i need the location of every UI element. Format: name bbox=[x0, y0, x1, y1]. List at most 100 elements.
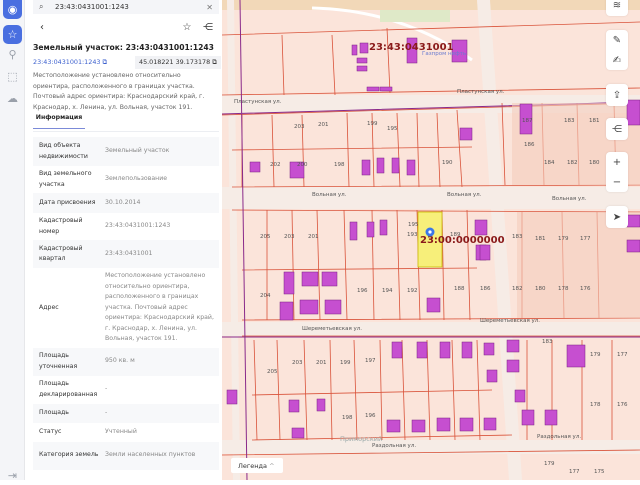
edit-icon[interactable]: ✍ bbox=[613, 55, 621, 66]
street-label: Раздольная ул. bbox=[537, 434, 581, 440]
copy-icon[interactable]: ⧉ bbox=[103, 58, 108, 66]
legend-button[interactable]: Легенда ^ bbox=[231, 458, 283, 473]
search-icon: ⌕ bbox=[39, 2, 44, 11]
tab-info[interactable]: Информация bbox=[33, 114, 85, 129]
row-key: Дата присвоения bbox=[39, 198, 96, 206]
parcel-number: 180 bbox=[535, 286, 546, 292]
parcel-number: 178 bbox=[590, 402, 601, 408]
table-row: Вид земельного участка Землепользование bbox=[33, 166, 219, 193]
geolocate-button[interactable]: ➤ bbox=[606, 206, 628, 228]
parcel-number: 182 bbox=[567, 160, 578, 166]
table-row: Площадь декларированная - bbox=[33, 376, 219, 404]
street-label: Пластунская ул. bbox=[457, 89, 505, 95]
parcel-number: 202 bbox=[270, 162, 281, 168]
parcel-number: 177 bbox=[569, 469, 580, 475]
parcel-number: 186 bbox=[480, 286, 491, 292]
cad-number: 23:43:0431001:1243 bbox=[33, 58, 101, 66]
row-key: Площадь bbox=[39, 408, 69, 416]
coords-chip[interactable]: 45.018221 39.173178 ⧉ bbox=[135, 56, 221, 69]
parcel-number: 183 bbox=[542, 339, 553, 345]
favorite-button[interactable]: ☆ bbox=[180, 20, 194, 34]
street-label: Шереметьевская ул. bbox=[480, 318, 540, 324]
parcel-number: 177 bbox=[580, 236, 591, 242]
share-icon: ⋲ bbox=[612, 123, 622, 135]
zoom-in-icon[interactable]: + bbox=[613, 157, 621, 168]
pin-icon[interactable]: ⚲ bbox=[3, 45, 22, 64]
parcel-number: 181 bbox=[535, 236, 546, 242]
street-label: Шереметьевская ул. bbox=[302, 326, 362, 332]
parcel-number: 192 bbox=[407, 288, 418, 294]
divider bbox=[33, 131, 219, 132]
parcel-number: 198 bbox=[334, 162, 345, 168]
side-rail: ◉ ☆ ⚲ ⬚ ☁ ⇥ bbox=[0, 0, 25, 482]
parcel-number: 180 bbox=[589, 160, 600, 166]
parcel-number: 201 bbox=[308, 234, 319, 240]
legend-label: Легенда bbox=[238, 461, 268, 470]
cad-number-link[interactable]: 23:43:0431001:1243 ⧉ bbox=[33, 58, 107, 67]
search-input[interactable]: ⌕ 23:43:0431001:1243 ✕ bbox=[33, 0, 219, 14]
row-value: 23:43:0431001 bbox=[105, 249, 153, 257]
parcel-number: 195 bbox=[387, 126, 398, 132]
row-key: Кадастровый квартал bbox=[39, 244, 83, 263]
table-row: Кадастровый квартал 23:43:0431001 bbox=[33, 240, 219, 268]
app-logo[interactable]: ◉ bbox=[3, 0, 22, 19]
parcel-number: 182 bbox=[512, 286, 523, 292]
share-button[interactable]: ⋲ bbox=[201, 20, 215, 34]
login-icon[interactable]: ⇥ bbox=[3, 466, 22, 485]
parcel-number: 178 bbox=[558, 286, 569, 292]
cloud-icon[interactable]: ☁ bbox=[3, 89, 22, 108]
table-row: Статус Учтенный bbox=[33, 423, 219, 442]
parcel-number: 175 bbox=[594, 469, 605, 475]
parcel-number: 186 bbox=[524, 142, 535, 148]
map-canvas[interactable]: 23:43:0431001 Газпром нефть 23:00:000000… bbox=[222, 0, 640, 480]
street-label: Вольная ул. bbox=[552, 196, 587, 202]
street-label: Вольная ул. bbox=[447, 192, 482, 198]
selection-icon[interactable]: ⬚ bbox=[3, 67, 22, 86]
row-value: 23:43:0431001:1243 bbox=[105, 222, 171, 230]
location-pin-icon[interactable] bbox=[425, 227, 435, 237]
poi-label[interactable]: Газпром нефть bbox=[422, 51, 466, 57]
row-value: Земли населенных пунктов bbox=[105, 451, 196, 459]
favorites-icon[interactable]: ☆ bbox=[3, 25, 22, 44]
navigation-icon: ➤ bbox=[612, 211, 622, 223]
parcel-number: 200 bbox=[297, 162, 308, 168]
row-value: Землепользование bbox=[105, 175, 168, 183]
parcel-number: 199 bbox=[367, 121, 378, 127]
table-row: Кадастровый номер 23:43:0431001:1243 bbox=[33, 213, 219, 240]
zoom-controls: + − bbox=[606, 152, 628, 192]
table-row: Вид объекта недвижимости Земельный участо… bbox=[33, 137, 219, 166]
parcel-number: 203 bbox=[294, 124, 305, 130]
row-key: Вид объекта недвижимости bbox=[39, 142, 88, 160]
clear-icon[interactable]: ✕ bbox=[206, 3, 213, 12]
table-row: Адрес Местоположение установлено относите… bbox=[33, 268, 219, 348]
zoom-out-icon[interactable]: − bbox=[613, 177, 621, 188]
table-row: Дата присвоения 30.10.2014 bbox=[33, 193, 219, 213]
cadastral-map[interactable]: 23:43:0431001 Газпром нефть 23:00:000000… bbox=[222, 0, 640, 480]
upload-icon: ⇪ bbox=[612, 89, 622, 101]
description: Местоположение установлено относительно … bbox=[33, 72, 205, 111]
row-value: Учтенный bbox=[105, 427, 137, 435]
row-key: Площадь декларированная bbox=[39, 380, 98, 398]
layers-button[interactable]: ≋ bbox=[606, 0, 628, 16]
parcel-number: 190 bbox=[442, 160, 453, 166]
parcel-number: 195 bbox=[408, 222, 419, 228]
parcel-number: 179 bbox=[558, 236, 569, 242]
draw-tools: ✎ ✍ bbox=[606, 30, 628, 70]
parcel-number: 203 bbox=[284, 234, 295, 240]
table-row: Категория земель Земли населенных пунктов bbox=[33, 441, 219, 470]
share-map-button[interactable]: ⋲ bbox=[606, 118, 628, 140]
parcel-number: 197 bbox=[365, 358, 376, 364]
copy-icon[interactable]: ⧉ bbox=[212, 58, 217, 66]
parcel-number: 203 bbox=[292, 360, 303, 366]
row-value: - bbox=[105, 385, 108, 393]
parcel-number: 198 bbox=[342, 415, 353, 421]
upload-button[interactable]: ⇪ bbox=[606, 84, 628, 106]
row-key: Площадь уточненная bbox=[39, 352, 78, 370]
info-table: Вид объекта недвижимости Земельный участо… bbox=[33, 137, 219, 470]
back-button[interactable]: ‹ bbox=[35, 20, 49, 34]
ruler-icon[interactable]: ✎ bbox=[613, 35, 621, 46]
parcel-number: 199 bbox=[340, 360, 351, 366]
parcel-number: 194 bbox=[382, 288, 393, 294]
row-value: 950 кв. м bbox=[105, 357, 135, 365]
parcel-number: 181 bbox=[589, 118, 600, 124]
